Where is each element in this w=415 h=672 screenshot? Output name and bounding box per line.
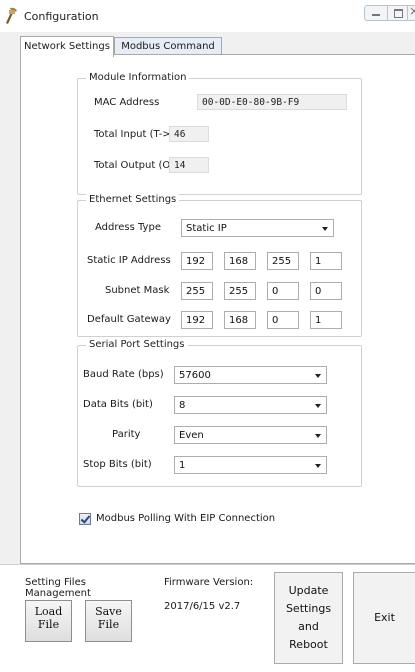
- app-icon: [6, 7, 17, 24]
- title-bar: Configuration: [0, 0, 415, 32]
- subnet-mask-label: Subnet Mask: [105, 285, 170, 296]
- mac-address-label: MAC Address: [94, 97, 160, 108]
- mac-address-value: 00-0D-E0-80-9B-F9: [197, 94, 347, 110]
- update-label-3: and: [298, 620, 319, 633]
- tab-network-settings[interactable]: Network Settings: [20, 36, 114, 57]
- load-file-label-2: File: [37, 618, 60, 631]
- default-gateway-label: Default Gateway: [87, 314, 171, 325]
- gateway-octet-1[interactable]: 192: [181, 311, 213, 329]
- modbus-polling-label: Modbus Polling With EIP Connection: [96, 513, 276, 524]
- setting-files-label-2: Management: [25, 588, 91, 599]
- setting-files-label-1: Setting Files: [25, 577, 86, 588]
- static-ip-octet-2[interactable]: 168: [224, 252, 256, 270]
- update-settings-reboot-button[interactable]: Update Settings and Reboot: [274, 572, 343, 664]
- save-file-label-2: File: [97, 618, 120, 631]
- data-bits-label: Data Bits (bit): [83, 399, 153, 410]
- load-file-label-1: Load: [34, 605, 63, 618]
- static-ip-octet-1[interactable]: 192: [181, 252, 213, 270]
- chevron-down-icon: [322, 227, 328, 231]
- update-label-2: Settings: [285, 602, 332, 615]
- address-type-select[interactable]: Static IP: [181, 219, 334, 237]
- update-label-4: Reboot: [289, 638, 328, 651]
- total-output-value: 14: [169, 157, 209, 173]
- data-bits-value: 8: [179, 400, 186, 411]
- gateway-octet-3[interactable]: 0: [267, 311, 299, 329]
- chevron-down-icon: [315, 404, 321, 408]
- subnet-octet-3[interactable]: 0: [267, 282, 299, 300]
- baud-rate-value: 57600: [179, 370, 211, 381]
- baud-rate-select[interactable]: 57600: [174, 366, 327, 384]
- maximize-button[interactable]: [387, 5, 409, 21]
- baud-rate-label: Baud Rate (bps): [83, 369, 164, 380]
- exit-label: Exit: [374, 611, 395, 624]
- subnet-octet-1[interactable]: 255: [181, 282, 213, 300]
- serial-port-settings-group: Serial Port Settings Baud Rate (bps) 576…: [77, 339, 362, 487]
- stop-bits-value: 1: [179, 460, 186, 471]
- chevron-down-icon: [315, 374, 321, 378]
- static-ip-octet-3[interactable]: 255: [267, 252, 299, 270]
- update-label-1: Update: [288, 584, 329, 597]
- close-button[interactable]: [407, 4, 415, 21]
- static-ip-label: Static IP Address: [87, 255, 171, 266]
- subnet-octet-2[interactable]: 255: [224, 282, 256, 300]
- module-information-legend: Module Information: [86, 72, 190, 83]
- gateway-octet-4[interactable]: 1: [310, 311, 342, 329]
- gateway-octet-2[interactable]: 168: [224, 311, 256, 329]
- address-type-label: Address Type: [95, 222, 161, 233]
- chevron-down-icon: [315, 434, 321, 438]
- modbus-polling-checkbox[interactable]: [79, 513, 91, 525]
- network-settings-panel: Module Information MAC Address 00-0D-E0-…: [20, 54, 415, 564]
- static-ip-octet-4[interactable]: 1: [310, 252, 342, 270]
- chevron-down-icon: [315, 464, 321, 468]
- bottom-bar: Setting Files Management Load File Save …: [0, 564, 415, 672]
- parity-label: Parity: [112, 429, 141, 440]
- save-file-button[interactable]: Save File: [85, 600, 132, 642]
- module-information-group: Module Information MAC Address 00-0D-E0-…: [77, 72, 362, 195]
- parity-select[interactable]: Even: [174, 426, 327, 444]
- save-file-label-1: Save: [95, 605, 122, 618]
- data-bits-select[interactable]: 8: [174, 396, 327, 414]
- address-type-value: Static IP: [186, 223, 227, 234]
- stop-bits-label: Stop Bits (bit): [83, 459, 152, 470]
- firmware-version-label: Firmware Version:: [164, 577, 254, 588]
- exit-button[interactable]: Exit: [353, 572, 415, 664]
- load-file-button[interactable]: Load File: [25, 600, 72, 642]
- subnet-octet-4[interactable]: 0: [310, 282, 342, 300]
- firmware-version-value: 2017/6/15 v2.7: [164, 601, 241, 612]
- ethernet-settings-group: Ethernet Settings Address Type Static IP…: [77, 194, 362, 337]
- minimize-button[interactable]: [364, 5, 388, 21]
- stop-bits-select[interactable]: 1: [174, 456, 327, 474]
- ethernet-settings-legend: Ethernet Settings: [86, 194, 180, 205]
- parity-value: Even: [179, 430, 204, 441]
- window-title: Configuration: [24, 10, 99, 23]
- serial-port-settings-legend: Serial Port Settings: [86, 339, 188, 350]
- total-input-value: 46: [169, 126, 209, 142]
- window-body: Network Settings Modbus Command Module I…: [0, 32, 415, 564]
- divider: [0, 564, 415, 565]
